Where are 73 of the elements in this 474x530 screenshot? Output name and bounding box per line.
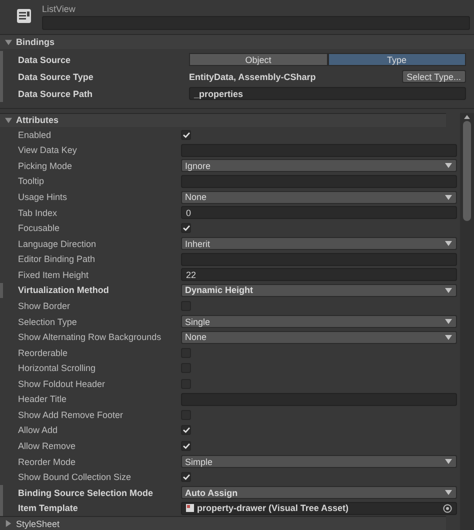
field-label: Show Bound Collection Size (17, 472, 132, 482)
dropdown[interactable]: Dynamic Height (181, 284, 457, 297)
dropdown[interactable]: None (181, 330, 457, 344)
text-field[interactable]: _properties (189, 87, 466, 100)
field-label: Allow Add (17, 425, 59, 436)
field-label: Reorder Mode (17, 456, 77, 467)
triangle-icon[interactable] (5, 38, 12, 46)
field-label: View Data Key (17, 145, 78, 156)
field-label: Tab Index (17, 208, 58, 218)
checkbox[interactable] (181, 130, 191, 140)
scroll-up-arrow-icon[interactable] (464, 115, 470, 119)
field-label: Binding Source Selection Mode (17, 488, 154, 498)
text-field[interactable]: 22 (181, 268, 457, 282)
list-document-icon (16, 8, 32, 24)
field-label: Data Source (17, 54, 72, 64)
field-label: Usage Hints (17, 192, 68, 202)
field-label: Data Source Path (17, 88, 94, 98)
caret-icon (445, 194, 452, 200)
field-label: Horizontal Scrolling (17, 363, 97, 374)
field-label: Editor Binding Path (17, 254, 96, 264)
dropdown[interactable]: Simple (181, 455, 457, 468)
field-label: Show Add Remove Footer (17, 410, 124, 420)
field-label: Data Source Type (17, 72, 94, 82)
scrollbar[interactable] (460, 113, 474, 530)
toggle-option[interactable]: Object (189, 53, 328, 66)
field-label: Show Alternating Row Backgrounds (17, 332, 162, 342)
foldout-header[interactable]: Attributes (0, 113, 446, 127)
checkbox[interactable] (181, 223, 191, 234)
dropdown[interactable]: Single (181, 315, 457, 328)
foldout-header[interactable]: Bindings (0, 34, 474, 49)
field-label: Virtualization Method (17, 285, 110, 296)
dropdown[interactable]: Auto Assign (181, 486, 457, 500)
field-label: Show Border (17, 300, 72, 311)
caret-icon (445, 459, 452, 464)
caret-icon (445, 241, 452, 246)
caret-icon (445, 319, 452, 324)
field-label: Enabled (17, 130, 52, 140)
caret-icon (445, 490, 452, 496)
field-label: Picking Mode (17, 160, 74, 171)
section-title: Bindings (16, 37, 54, 47)
field-label: Item Template (17, 503, 79, 514)
dropdown[interactable]: Ignore (181, 159, 457, 172)
field-label: Show Foldout Header (17, 378, 106, 389)
caret-icon (445, 163, 452, 168)
dropdown[interactable]: None (181, 190, 457, 204)
type-value: EntityData, Assembly-CSharp (189, 72, 316, 82)
caret-icon (445, 334, 452, 340)
section-title: StyleSheet (16, 518, 60, 529)
text-field[interactable]: 0 (181, 206, 457, 220)
dropdown[interactable]: Inherit (181, 237, 457, 250)
field-label: Focusable (17, 223, 61, 234)
element-type-label: ListView (42, 4, 76, 14)
field-label: Selection Type (17, 316, 78, 326)
field-label: Allow Remove (17, 441, 77, 451)
triangle-icon[interactable] (5, 116, 12, 124)
field-label: Reorderable (17, 348, 69, 358)
select-type-button[interactable]: Select Type... (402, 70, 466, 83)
target-icon[interactable] (443, 504, 452, 513)
file-icon (186, 504, 194, 512)
triangle-icon[interactable] (5, 520, 12, 528)
object-field[interactable]: property-drawer (Visual Tree Asset) (181, 502, 457, 515)
field-label: Tooltip (17, 176, 46, 186)
field-label: Language Direction (17, 238, 98, 249)
toggle-option[interactable]: Type (328, 53, 466, 66)
scroll-thumb[interactable] (463, 121, 471, 221)
foldout-header[interactable]: StyleSheet (0, 516, 446, 530)
field-label: Fixed Item Height (17, 270, 90, 280)
checkbox[interactable] (181, 441, 191, 451)
field-label: Header Title (17, 394, 68, 404)
checkbox[interactable] (181, 472, 191, 482)
section-title: Attributes (16, 115, 58, 126)
caret-icon (445, 288, 452, 293)
checkbox[interactable] (181, 425, 191, 436)
